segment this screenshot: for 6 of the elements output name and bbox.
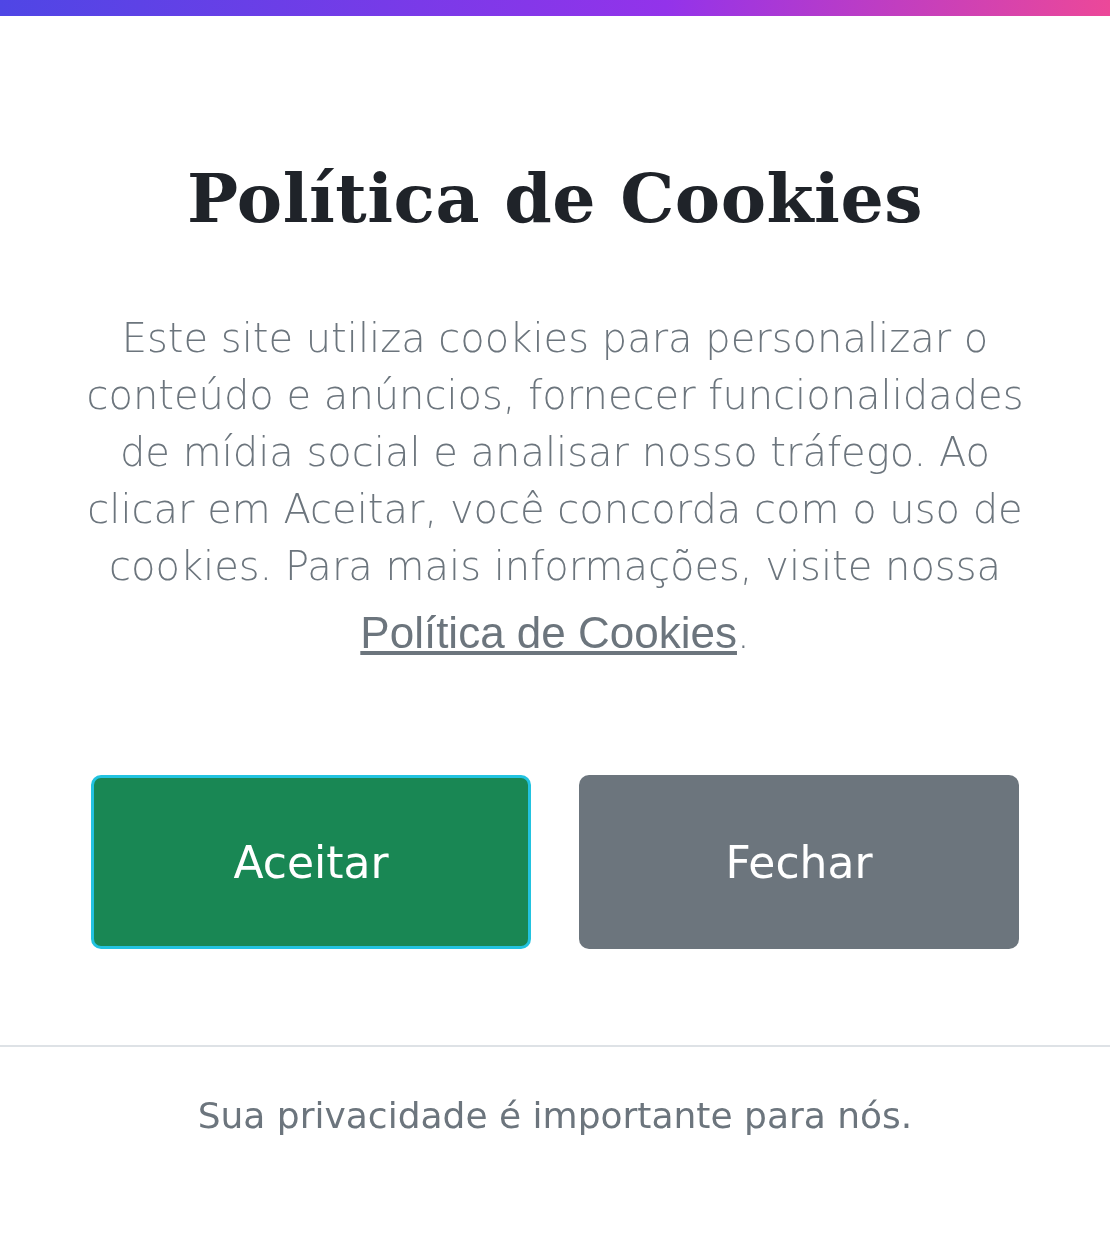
dialog-title: Política de Cookies <box>187 158 923 238</box>
cookie-policy-link[interactable]: Política de Cookies <box>360 608 737 657</box>
close-button[interactable]: Fechar <box>579 775 1019 949</box>
cookie-message: Este site utiliza cookies para personalizar o conteúdo e anúncios, fornecer funcionalidades de mídia social e analisar nosso tráfego. Ao clicar em Aceitar, você concorda com o uso de cookies. Para mais informações, visite nossa Política de Cookies. <box>85 314 1025 659</box>
accept-button[interactable]: Aceitar <box>91 775 531 949</box>
footer-text: Sua privacidade é importante para nós. <box>196 1095 914 1136</box>
